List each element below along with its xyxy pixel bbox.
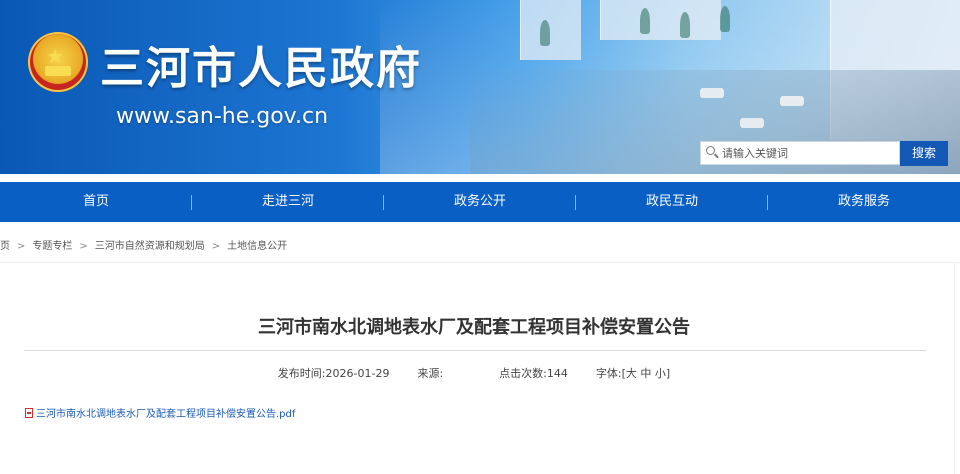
publish-date: 2026-01-29 xyxy=(325,367,390,380)
nav-item-open-government[interactable]: 政务公开 xyxy=(384,182,576,222)
banner-tree xyxy=(540,20,550,46)
nav-item-label: 政民互动 xyxy=(645,194,698,209)
attachment-label: 三河市南水北调地表水厂及配套工程项目补偿安置公告.pdf xyxy=(36,409,296,420)
nav-item-label: 走进三河 xyxy=(261,194,314,209)
attachment-link[interactable]: 三河市南水北调地表水厂及配套工程项目补偿安置公告.pdf xyxy=(25,405,295,420)
breadcrumb-separator: > xyxy=(211,241,221,252)
banner-tree xyxy=(680,12,690,38)
banner-car xyxy=(740,118,764,128)
title-divider xyxy=(24,350,926,351)
nav-item-label: 首页 xyxy=(82,194,109,209)
banner-car xyxy=(700,88,724,98)
banner-tree xyxy=(720,6,730,32)
nav-item-services[interactable]: 政务服务 xyxy=(768,182,960,222)
font-size-small-button[interactable]: 小 xyxy=(655,367,666,380)
search-icon xyxy=(706,146,715,155)
article-title: 三河市南水北调地表水厂及配套工程项目补偿安置公告 xyxy=(258,317,690,338)
main-nav: 首页 走进三河 政务公开 政民互动 政务服务 xyxy=(0,182,960,222)
banner-building xyxy=(520,0,581,60)
font-size-large-button[interactable]: 大 xyxy=(626,367,637,380)
source-label: 来源: xyxy=(417,367,444,380)
search-input[interactable] xyxy=(722,143,894,163)
article-meta: 发布时间:2026-01-29 来源: 点击次数:144 字体:[大 中 小] xyxy=(0,365,948,381)
search-button[interactable]: 搜索 xyxy=(900,141,948,166)
breadcrumb-separator: > xyxy=(17,241,26,252)
content-top-border xyxy=(0,262,960,263)
banner-tree xyxy=(640,8,650,34)
font-size-label: 字体: xyxy=(595,367,622,380)
clicks-label: 点击次数: xyxy=(499,367,547,380)
breadcrumb-land-info[interactable]: 土地信息公开 xyxy=(227,241,287,252)
nav-item-label: 政务服务 xyxy=(837,194,890,209)
breadcrumb-home[interactable]: 页 xyxy=(0,241,10,252)
banner-car xyxy=(780,96,804,106)
nav-item-label: 政务公开 xyxy=(453,194,506,209)
publish-label: 发布时间: xyxy=(277,367,326,380)
nav-item-interaction[interactable]: 政民互动 xyxy=(576,182,768,222)
site-name: 三河市人民政府 xyxy=(100,43,422,94)
site-url: www.san-he.gov.cn xyxy=(116,104,329,129)
breadcrumb-bureau[interactable]: 三河市自然资源和规划局 xyxy=(95,241,205,252)
breadcrumb-special-topics[interactable]: 专题专栏 xyxy=(32,241,72,252)
banner-building xyxy=(600,0,721,40)
breadcrumb-separator: > xyxy=(79,241,88,252)
clicks-value: 144 xyxy=(546,367,568,380)
national-emblem-icon: ★ xyxy=(28,32,88,92)
font-size-medium-button[interactable]: 中 xyxy=(640,367,651,380)
breadcrumb: 页 > 专题专栏 > 三河市自然资源和规划局 > 土地信息公开 xyxy=(0,237,287,252)
font-size-bracket-close: ] xyxy=(665,367,671,380)
nav-item-home[interactable]: 首页 xyxy=(0,182,192,222)
content-right-border xyxy=(954,262,955,474)
nav-item-about[interactable]: 走进三河 xyxy=(192,182,384,222)
pdf-file-icon xyxy=(25,408,33,418)
